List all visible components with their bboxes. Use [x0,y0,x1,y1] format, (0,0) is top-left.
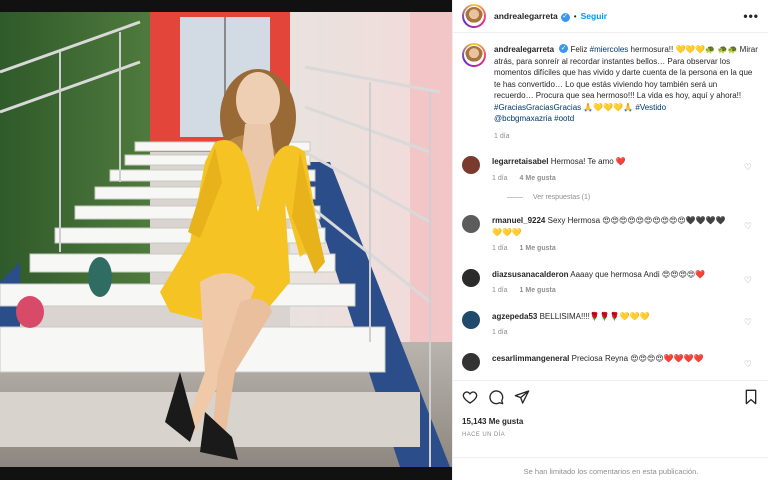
comment-text: Aaaay que hermosa Andi 😍😍😍😍❤️ [570,269,706,279]
view-replies-button[interactable]: Ver respuestas (1) [507,194,760,201]
comment-meta: 1 día 4 Me gusta [492,173,734,185]
comment-body: cesarlimmangeneral Preciosa Reyna 😍😍😍😍❤️… [492,353,734,371]
commenter-avatar[interactable] [462,156,480,174]
like-comment-heart-icon[interactable]: ♡ [744,359,752,370]
author-avatar[interactable] [462,4,486,28]
comment-item: diazsusanacalderon Aaaay que hermosa And… [462,268,760,297]
like-comment-heart-icon[interactable]: ♡ [744,162,752,173]
hashtag-link[interactable]: #ootd [554,114,574,123]
comment-time[interactable]: 1 día [492,175,508,182]
comment-item: cesarlimmangeneral Preciosa Reyna 😍😍😍😍❤️… [462,352,760,371]
more-options-icon[interactable]: ••• [743,9,759,23]
post-caption: andrealegarreta Feliz #miercoles hermosu… [462,43,760,142]
comment-text: Preciosa Reyna 😍😍😍😍❤️❤️❤️❤️ [571,353,704,363]
author-username[interactable]: andrealegarreta [494,11,558,21]
post-image [0,12,452,467]
post-header: andrealegarreta • Seguir ••• [453,0,768,33]
comment-username[interactable]: rmanuel_9224 [492,216,545,225]
post-actions: 15,143 Me gusta HACE UN DÍA Se han limit… [453,380,768,480]
replies-line [507,197,523,198]
comment-likes[interactable]: 1 Me gusta [520,287,556,294]
verified-badge-icon [560,12,570,22]
like-heart-icon[interactable] [462,389,478,405]
commenter-avatar[interactable] [462,268,480,287]
comment-body: diazsusanacalderon Aaaay que hermosa And… [492,269,734,297]
comment-meta: 1 día 1 Me gusta [492,285,734,297]
bottom-black-strip [0,467,452,480]
share-send-icon[interactable] [514,389,530,405]
comment-meta: 1 día [492,327,734,339]
post-photo[interactable] [0,12,452,467]
like-comment-heart-icon[interactable]: ♡ [744,317,752,328]
caption-text-4: 🙏💛💛💛🙏 [581,102,636,112]
comment-username[interactable]: cesarlimmangeneral [492,354,569,363]
hashtag-link[interactable]: #GraciasGraciasGracias [494,103,581,112]
caption-text-1: Feliz [570,45,590,54]
save-bookmark-icon[interactable] [743,389,759,405]
comment-time[interactable]: 1 día [492,287,508,294]
likes-count[interactable]: 15,143 Me gusta [462,417,523,426]
caption-time[interactable]: 1 día [494,131,759,143]
comment-bubble-icon[interactable] [488,389,504,405]
comment-time[interactable]: 1 día [492,245,508,252]
comment-item: agzepeda53 BELLISIMA!!!!🌹🌹🌹💛💛💛 1 día ♡ [462,310,760,339]
comment-body: rmanuel_9224 Sexy Hermosa 😍😍😍😍😍😍😍😍😍😍🖤🖤🖤🖤… [492,215,734,255]
comment-body: agzepeda53 BELLISIMA!!!!🌹🌹🌹💛💛💛 1 día [492,311,734,339]
caption-avatar[interactable] [462,43,486,67]
hashtag-link[interactable]: #miercoles [590,45,629,54]
like-comment-heart-icon[interactable]: ♡ [744,275,752,286]
hashtag-link[interactable]: #Vestido [635,103,666,112]
action-icons [462,389,530,405]
mention-link[interactable]: @bcbgmaxazria [494,114,552,123]
caption-body: andrealegarreta Feliz #miercoles hermosu… [494,43,759,142]
commenter-avatar[interactable] [462,215,480,233]
separator-dot: • [573,11,577,21]
comment-likes[interactable]: 4 Me gusta [520,175,556,182]
comment-username[interactable]: agzepeda53 [492,312,537,321]
caption-username[interactable]: andrealegarreta [494,45,554,54]
comment-time[interactable]: 1 día [492,329,508,336]
comment-username[interactable]: diazsusanacalderon [492,270,568,279]
comment-body: legarretaisabel Hermosa! Te amo ❤️ 1 día… [492,156,734,184]
comments-limited-notice: Se han limitado los comentarios en esta … [453,457,768,476]
comments-list[interactable]: andrealegarreta Feliz #miercoles hermosu… [453,34,768,379]
verified-badge-icon [559,43,569,55]
comment-text: Hermosa! Te amo ❤️ [550,157,626,166]
like-comment-heart-icon[interactable]: ♡ [744,221,752,232]
follow-button[interactable]: Seguir [581,11,607,21]
comment-item: rmanuel_9224 Sexy Hermosa 😍😍😍😍😍😍😍😍😍😍🖤🖤🖤🖤… [462,215,760,255]
comment-item: legarretaisabel Hermosa! Te amo ❤️ 1 día… [462,156,760,184]
commenter-avatar[interactable] [462,310,480,329]
caption-text-2: hermosura!! 💛💛💛🐢 [628,45,716,54]
comment-meta: 1 día 1 Me gusta [492,243,734,255]
post-sidebar: andrealegarreta • Seguir ••• andrealegar… [452,0,768,480]
comment-username[interactable]: legarretaisabel [492,157,548,166]
commenter-avatar[interactable] [462,352,480,371]
comment-text: BELLISIMA!!!!🌹🌹🌹💛💛💛 [539,311,650,321]
comment-likes[interactable]: 1 Me gusta [520,245,556,252]
view-replies-label: Ver respuestas (1) [533,194,591,201]
post-date[interactable]: HACE UN DÍA [462,432,505,438]
